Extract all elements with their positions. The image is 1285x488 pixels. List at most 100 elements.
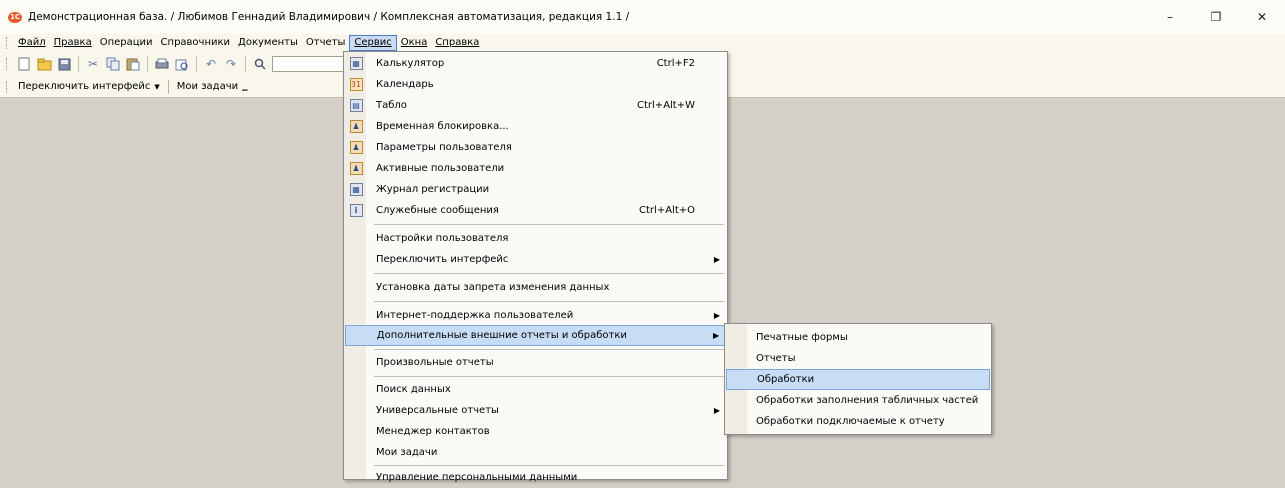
menu-item-label: Журнал регистрации [376, 184, 490, 195]
menu-separator [374, 376, 724, 377]
menu-item-label: Универсальные отчеты [376, 405, 499, 416]
menu-reports-label: Отчеты [305, 37, 346, 48]
menu-item-label: Мои задачи [376, 447, 438, 458]
menu-documents[interactable]: Документы [234, 35, 302, 51]
chevron-down-icon: ▼ [154, 82, 160, 91]
menubar-grip-icon [6, 37, 9, 49]
log-icon: ▦ [345, 179, 367, 200]
my-tasks-label: Мои задачи [176, 81, 239, 92]
menu-item-lock-date[interactable]: Установка даты запрета изменения данных [345, 277, 727, 298]
menu-item-service-messages[interactable]: i Служебные сообщения Ctrl+Alt+O [345, 200, 727, 221]
print-preview-icon[interactable] [174, 56, 190, 72]
menu-item-temp-lock[interactable]: ♟ Временная блокировка... [345, 116, 727, 137]
back-arrow-icon[interactable]: ↶ [203, 56, 219, 72]
menu-item-shortcut: Ctrl+Alt+W [637, 100, 695, 111]
toolbar-separator [196, 56, 197, 72]
menu-item-label: Установка даты запрета изменения данных [376, 282, 610, 293]
submenu-item-processors[interactable]: Обработки [726, 369, 990, 390]
toolbar-separator [245, 56, 246, 72]
submenu-item-label: Обработки подключаемые к отчету [756, 416, 945, 427]
print-icon[interactable] [154, 56, 170, 72]
window-controls: – ❐ ✕ [1147, 0, 1285, 34]
menu-item-shortcut: Ctrl+F2 [656, 58, 695, 69]
paste-icon[interactable] [125, 56, 141, 72]
menu-file[interactable]: Файл [14, 35, 50, 51]
menu-item-label: Произвольные отчеты [376, 357, 494, 368]
menu-item-universal-reports[interactable]: Универсальные отчеты ▶ [345, 400, 727, 421]
menu-item-external-reports[interactable]: Дополнительные внешние отчеты и обработк… [345, 325, 727, 346]
menu-item-active-users[interactable]: ♟ Активные пользователи [345, 158, 727, 179]
menu-item-user-params[interactable]: ♟ Параметры пользователя [345, 137, 727, 158]
menu-documents-label: Документы [238, 37, 298, 48]
chevron-down-icon: ▁ [242, 82, 248, 91]
new-document-icon[interactable] [16, 56, 32, 72]
menu-item-data-search[interactable]: Поиск данных [345, 379, 727, 400]
menu-item-label: Параметры пользователя [376, 142, 512, 153]
toolbar-separator [167, 79, 169, 94]
menu-item-board[interactable]: ▤ Табло Ctrl+Alt+W [345, 95, 727, 116]
app-logo-icon: 1С [8, 11, 22, 23]
switch-interface-label: Переключить интерфейс [18, 81, 151, 92]
menu-file-label: Файл [18, 37, 46, 48]
switch-interface-button[interactable]: Переключить интерфейс ▼ [14, 81, 164, 92]
toolbar-separator [78, 56, 79, 72]
menu-item-switch-interface[interactable]: Переключить интерфейс ▶ [345, 249, 727, 270]
submenu-item-label: Отчеты [756, 353, 796, 364]
board-icon: ▤ [345, 95, 367, 116]
toolbar-grip-icon [6, 58, 9, 70]
menu-windows[interactable]: Окна [397, 35, 432, 51]
menu-help[interactable]: Справка [431, 35, 483, 51]
menu-item-user-settings[interactable]: Настройки пользователя [345, 228, 727, 249]
active-users-icon: ♟ [345, 158, 367, 179]
messages-icon: i [345, 200, 367, 221]
menu-item-shortcut: Ctrl+Alt+O [639, 205, 695, 216]
title-bar: 1С Демонстрационная база. / Любимов Генн… [0, 0, 1285, 34]
lock-user-icon: ♟ [345, 116, 367, 137]
forward-arrow-icon[interactable]: ↷ [223, 56, 239, 72]
open-folder-icon[interactable] [36, 56, 52, 72]
menu-item-my-tasks[interactable]: Мои задачи [345, 442, 727, 463]
toolbar-separator [147, 56, 148, 72]
submenu-item-reports[interactable]: Отчеты [726, 348, 990, 369]
search-input[interactable] [272, 56, 347, 72]
restore-button[interactable]: ❐ [1193, 0, 1239, 34]
save-icon[interactable] [56, 56, 72, 72]
menu-item-calculator[interactable]: ▦ Калькулятор Ctrl+F2 [345, 53, 727, 74]
menu-item-internet-support[interactable]: Интернет-поддержка пользователей ▶ [345, 305, 727, 326]
menu-separator [374, 349, 724, 350]
minimize-button[interactable]: – [1147, 0, 1193, 34]
menu-item-label: Дополнительные внешние отчеты и обработк… [376, 330, 627, 341]
menu-item-contact-manager[interactable]: Менеджер контактов [345, 421, 727, 442]
menu-bar: Файл Правка Операции Справочники Докумен… [0, 34, 1285, 52]
submenu-item-print-forms[interactable]: Печатные формы [726, 327, 990, 348]
menu-item-label: Переключить интерфейс [376, 254, 509, 265]
menu-item-label: Временная блокировка... [376, 121, 509, 132]
menu-separator [374, 273, 724, 274]
close-button[interactable]: ✕ [1239, 0, 1285, 34]
menu-catalogs-label: Справочники [160, 37, 231, 48]
search-icon[interactable] [252, 56, 268, 72]
menu-edit[interactable]: Правка [50, 35, 96, 51]
menu-operations-label: Операции [99, 37, 153, 48]
menu-item-label: Табло [376, 100, 407, 111]
menu-item-arbitrary-reports[interactable]: Произвольные отчеты [345, 352, 727, 373]
menu-item-personal-data[interactable]: Управление персональными данными [345, 467, 727, 488]
menu-reports[interactable]: Отчеты [302, 35, 349, 51]
external-reports-submenu: Печатные формы Отчеты Обработки Обработк… [724, 323, 992, 435]
toolbar-grip-icon [6, 80, 9, 93]
submenu-item-label: Обработки [757, 374, 815, 385]
menu-service[interactable]: Сервис [349, 35, 397, 51]
menu-operations[interactable]: Операции [96, 35, 157, 51]
my-tasks-button[interactable]: Мои задачи ▁ [173, 81, 252, 92]
menu-item-label: Календарь [376, 79, 434, 90]
menu-separator [374, 465, 724, 466]
copy-icon[interactable] [105, 56, 121, 72]
submenu-item-report-processors[interactable]: Обработки подключаемые к отчету [726, 411, 990, 432]
menu-catalogs[interactable]: Справочники [157, 35, 235, 51]
submenu-item-table-fill-processors[interactable]: Обработки заполнения табличных частей [726, 390, 990, 411]
menu-edit-label: Правка [53, 37, 92, 48]
menu-item-calendar[interactable]: 31 Календарь [345, 74, 727, 95]
submenu-item-label: Обработки заполнения табличных частей [756, 395, 979, 406]
cut-icon[interactable]: ✂ [85, 56, 101, 72]
menu-item-event-log[interactable]: ▦ Журнал регистрации [345, 179, 727, 200]
